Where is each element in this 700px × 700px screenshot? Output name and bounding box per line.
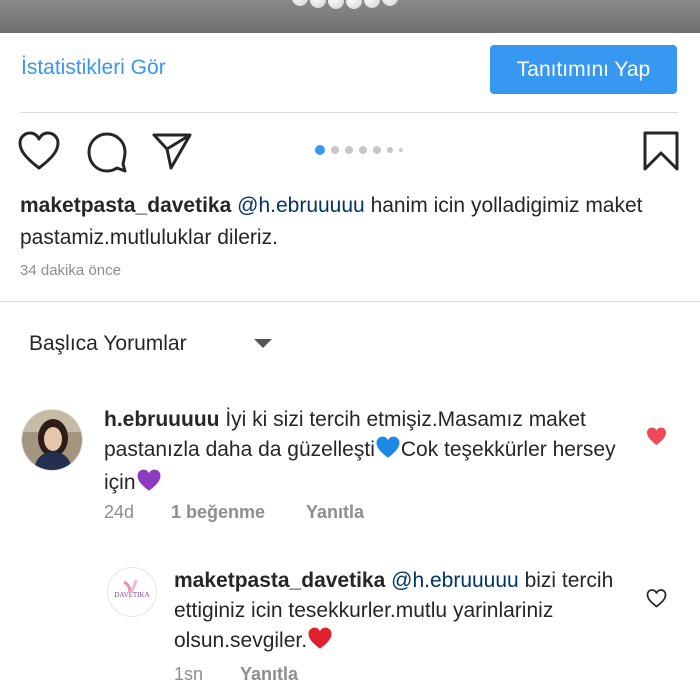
- comment-time: 24d: [104, 502, 135, 522]
- filled-heart-icon[interactable]: [646, 427, 667, 451]
- chevron-down-icon[interactable]: [254, 339, 272, 348]
- divider: [0, 301, 700, 302]
- carousel-dot: [399, 148, 403, 152]
- carousel-dot: [373, 146, 381, 154]
- promote-button[interactable]: Tanıtımını Yap: [490, 45, 677, 94]
- red-heart-emoji: [307, 627, 333, 659]
- post-caption: maketpasta_davetika @h.ebruuuuu hanim ic…: [20, 190, 660, 254]
- comment-body: h.ebruuuuu İyi ki sizi tercih etmişiz.Ma…: [104, 405, 624, 501]
- carousel-dot: [345, 146, 353, 154]
- divider: [20, 112, 678, 113]
- reply-mention[interactable]: @h.ebruuuuu: [391, 569, 519, 592]
- avatar[interactable]: [21, 409, 83, 471]
- caption-mention[interactable]: @h.ebruuuuu: [237, 194, 365, 217]
- carousel-dot: [359, 146, 367, 154]
- purple-heart-emoji: [136, 469, 162, 501]
- like-heart-icon[interactable]: [18, 131, 60, 176]
- comment-icon[interactable]: [86, 131, 128, 178]
- reply-body: maketpasta_davetika @h.ebruuuuu bizi ter…: [174, 566, 614, 659]
- caption-username[interactable]: maketpasta_davetika: [20, 194, 231, 217]
- comment-username[interactable]: h.ebruuuuu: [104, 408, 219, 431]
- post-timestamp: 34 dakika önce: [20, 262, 121, 279]
- reply-time: 1sn: [174, 664, 204, 684]
- post-photo-bottom-edge[interactable]: [0, 0, 700, 33]
- avatar-brand-text: DAVETIKA: [114, 591, 149, 599]
- comment-sort-label[interactable]: Başlıca Yorumlar: [29, 332, 187, 356]
- carousel-dot: [387, 147, 393, 153]
- blue-heart-emoji: [375, 436, 401, 468]
- comment-likes-count[interactable]: 1 beğenme: [171, 502, 265, 523]
- carousel-dot-active: [315, 145, 325, 155]
- share-icon[interactable]: [151, 132, 193, 175]
- reply-button[interactable]: Yanıtla: [306, 502, 364, 523]
- reply-username[interactable]: maketpasta_davetika: [174, 569, 385, 592]
- view-insights-link[interactable]: İstatistikleri Gör: [21, 56, 166, 80]
- heart-outline-icon[interactable]: [646, 589, 667, 613]
- carousel-dot: [331, 146, 339, 154]
- save-bookmark-icon[interactable]: [643, 131, 679, 176]
- avatar[interactable]: DAVETIKA: [107, 567, 157, 617]
- reply-button[interactable]: Yanıtla: [240, 664, 298, 685]
